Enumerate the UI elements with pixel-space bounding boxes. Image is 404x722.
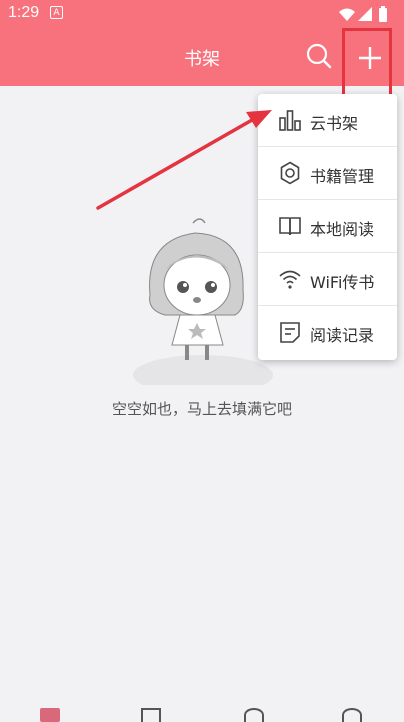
- status-bar: 1:29 A: [0, 0, 404, 30]
- menu-item-wifi-transfer[interactable]: WiFi传书: [258, 253, 397, 306]
- menu-item-label: WiFi传书: [310, 273, 375, 292]
- status-time: 1:29: [8, 4, 40, 21]
- menu-item-reading-history[interactable]: 阅读记录: [258, 306, 397, 359]
- menu-item-cloud-bookshelf[interactable]: 云书架: [258, 94, 397, 147]
- bar-chart-icon: [279, 110, 301, 131]
- system-icons: [338, 6, 394, 28]
- menu-item-label: 书籍管理: [310, 167, 375, 186]
- document-icon: [280, 322, 300, 343]
- wifi-icon: [279, 270, 301, 289]
- empty-state-text: 空空如也，马上去填满它吧: [111, 400, 292, 418]
- book-icon: [279, 217, 301, 236]
- signal-icon: [358, 7, 372, 21]
- wifi-icon: [339, 8, 355, 21]
- gear-icon: [280, 161, 300, 185]
- menu-item-label: 本地阅读: [310, 220, 375, 239]
- search-icon[interactable]: [305, 42, 333, 70]
- menu-item-book-management[interactable]: 书籍管理: [258, 147, 397, 200]
- menu-item-label: 云书架: [310, 114, 359, 133]
- battery-icon: [379, 8, 387, 22]
- menu-item-local-reading[interactable]: 本地阅读: [258, 200, 397, 253]
- add-menu-dropdown: 云书架 书籍管理 本地阅读 WiFi传书 阅读记录: [258, 94, 397, 360]
- bottom-navigation: [0, 706, 404, 722]
- empty-mascot-illustration: [133, 218, 273, 385]
- menu-item-label: 阅读记录: [310, 326, 375, 345]
- notification-icon: A: [50, 6, 63, 19]
